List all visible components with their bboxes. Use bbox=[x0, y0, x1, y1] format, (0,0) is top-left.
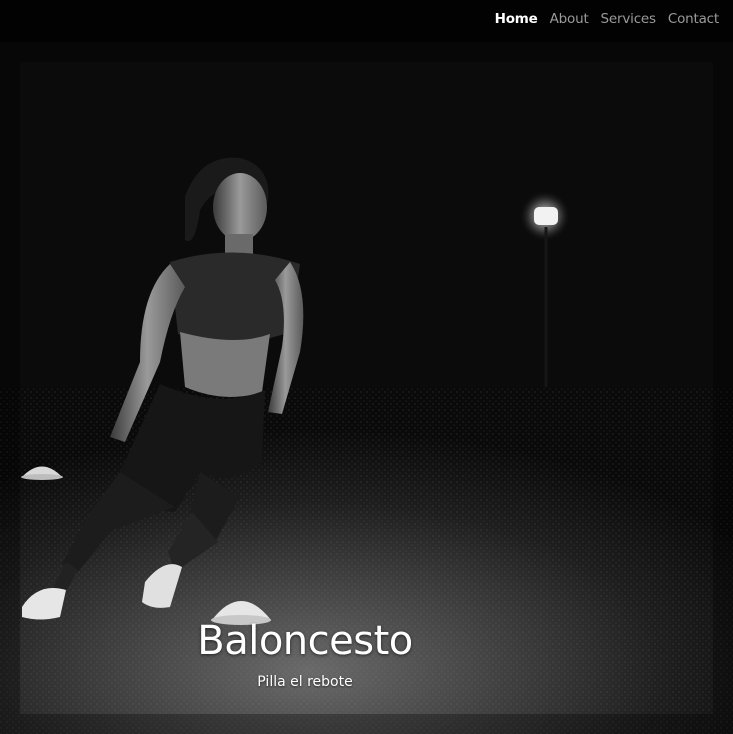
hero-caption: Baloncesto Pilla el rebote bbox=[0, 618, 610, 690]
nav-link-home[interactable]: Home bbox=[495, 11, 538, 27]
nav-link-contact[interactable]: Contact bbox=[668, 11, 719, 27]
hero-subtitle: Pilla el rebote bbox=[257, 674, 353, 690]
top-navigation-bar: Home About Services Contact bbox=[0, 0, 733, 42]
nav-link-about[interactable]: About bbox=[550, 11, 589, 27]
page: Home About Services Contact Baloncesto P… bbox=[0, 0, 733, 734]
main-nav: Home About Services Contact bbox=[495, 11, 720, 27]
hero-title: Baloncesto bbox=[197, 618, 413, 664]
nav-link-services[interactable]: Services bbox=[601, 11, 657, 27]
